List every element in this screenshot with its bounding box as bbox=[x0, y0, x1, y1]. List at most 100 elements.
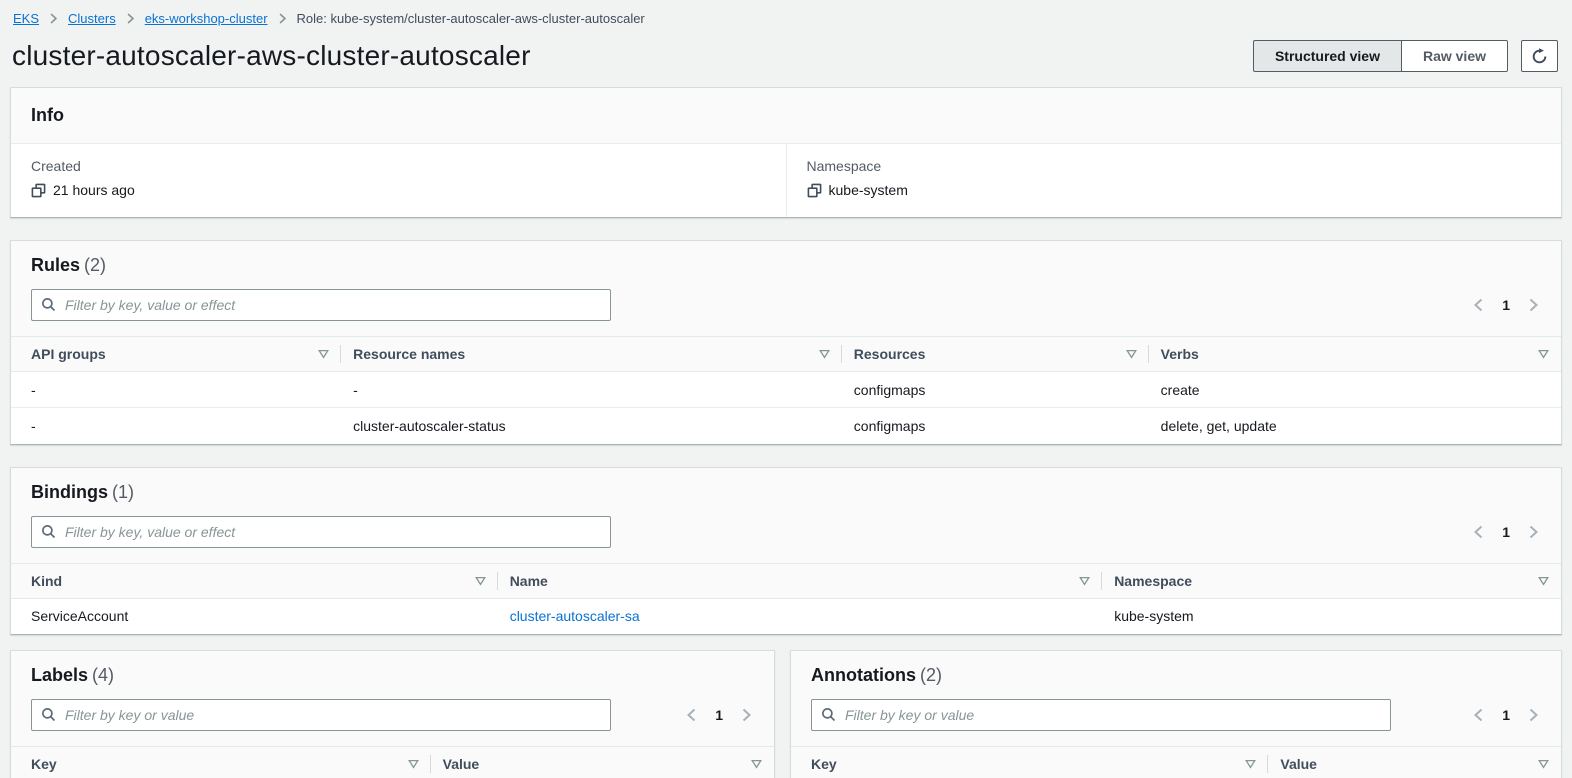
column-header-verbs[interactable]: Verbs bbox=[1149, 337, 1561, 372]
info-namespace-field: Namespace kube-system bbox=[786, 144, 1562, 217]
column-label: Namespace bbox=[1114, 573, 1192, 589]
column-header-value[interactable]: Value bbox=[1268, 747, 1561, 778]
labels-count: (4) bbox=[92, 665, 114, 685]
info-card-title: Info bbox=[11, 88, 1561, 144]
cell-name: cluster-autoscaler-sa bbox=[498, 598, 1103, 634]
cell-resource-names: cluster-autoscaler-status bbox=[341, 408, 842, 444]
service-account-link[interactable]: cluster-autoscaler-sa bbox=[510, 608, 640, 624]
sort-icon bbox=[1126, 346, 1137, 362]
column-header-resources[interactable]: Resources bbox=[842, 337, 1149, 372]
column-label: Verbs bbox=[1161, 346, 1199, 362]
breadcrumb: EKS Clusters eks-workshop-cluster Role: … bbox=[0, 0, 1572, 26]
cell-verbs: delete, get, update bbox=[1149, 408, 1561, 444]
sort-icon bbox=[408, 756, 419, 772]
namespace-label: Namespace bbox=[807, 158, 1542, 174]
chevron-right-icon bbox=[276, 12, 289, 25]
next-page-icon[interactable] bbox=[1525, 524, 1541, 540]
next-page-icon[interactable] bbox=[1525, 707, 1541, 723]
next-page-icon[interactable] bbox=[738, 707, 754, 723]
cell-api-groups: - bbox=[11, 408, 341, 444]
view-toggle: Structured view Raw view bbox=[1253, 40, 1508, 72]
info-card: Info Created 21 hours ago Namespace kube… bbox=[10, 87, 1562, 218]
cell-resources: configmaps bbox=[842, 372, 1149, 408]
refresh-button[interactable] bbox=[1521, 40, 1558, 72]
bindings-table: Kind Name Namespace ServiceAccount clust… bbox=[11, 563, 1561, 635]
column-label: Value bbox=[1280, 756, 1317, 772]
created-label: Created bbox=[31, 158, 766, 174]
annotations-pagination: 1 bbox=[1471, 707, 1541, 723]
annotations-card-title: Annotations(2) bbox=[811, 665, 1541, 686]
breadcrumb-current: Role: kube-system/cluster-autoscaler-aws… bbox=[297, 11, 645, 26]
raw-view-button[interactable]: Raw view bbox=[1402, 40, 1508, 72]
labels-filter-input[interactable] bbox=[31, 699, 611, 731]
column-label: Value bbox=[443, 756, 480, 772]
cell-kind: ServiceAccount bbox=[11, 598, 498, 634]
rules-table: API groups Resource names Resources Verb… bbox=[11, 336, 1561, 444]
page-number[interactable]: 1 bbox=[715, 707, 723, 723]
column-header-name[interactable]: Name bbox=[498, 563, 1103, 598]
column-label: API groups bbox=[31, 346, 106, 362]
rules-title-text: Rules bbox=[31, 255, 80, 275]
column-header-value[interactable]: Value bbox=[431, 747, 774, 778]
annotations-table: Key Value bbox=[791, 746, 1561, 778]
annotations-count: (2) bbox=[920, 665, 942, 685]
cell-namespace: kube-system bbox=[1102, 598, 1561, 634]
bindings-count: (1) bbox=[112, 482, 134, 502]
breadcrumb-link-clusters[interactable]: Clusters bbox=[68, 11, 116, 26]
namespace-value: kube-system bbox=[829, 182, 908, 198]
rules-card-title: Rules(2) bbox=[31, 255, 1541, 276]
column-header-kind[interactable]: Kind bbox=[11, 563, 498, 598]
annotations-title-text: Annotations bbox=[811, 665, 916, 685]
created-value: 21 hours ago bbox=[53, 182, 135, 198]
labels-pagination: 1 bbox=[684, 707, 754, 723]
page-number[interactable]: 1 bbox=[1502, 524, 1510, 540]
column-header-namespace[interactable]: Namespace bbox=[1102, 563, 1561, 598]
column-header-key[interactable]: Key bbox=[791, 747, 1268, 778]
column-label: Key bbox=[811, 756, 837, 772]
structured-view-button[interactable]: Structured view bbox=[1253, 40, 1402, 72]
breadcrumb-link-eks[interactable]: EKS bbox=[13, 11, 39, 26]
table-row: - - configmaps create bbox=[11, 372, 1561, 408]
column-label: Key bbox=[31, 756, 57, 772]
previous-page-icon[interactable] bbox=[684, 707, 700, 723]
page-number[interactable]: 1 bbox=[1502, 297, 1510, 313]
sort-icon bbox=[1538, 346, 1549, 362]
sort-icon bbox=[751, 756, 762, 772]
chevron-right-icon bbox=[124, 12, 137, 25]
column-header-api-groups[interactable]: API groups bbox=[11, 337, 341, 372]
sort-icon bbox=[1538, 573, 1549, 589]
breadcrumb-link-cluster-name[interactable]: eks-workshop-cluster bbox=[145, 11, 268, 26]
cell-api-groups: - bbox=[11, 372, 341, 408]
labels-title-text: Labels bbox=[31, 665, 88, 685]
cell-resource-names: - bbox=[341, 372, 842, 408]
rules-filter-input[interactable] bbox=[31, 289, 611, 321]
annotations-filter-input[interactable] bbox=[811, 699, 1391, 731]
rules-count: (2) bbox=[84, 255, 106, 275]
copy-icon[interactable] bbox=[807, 183, 822, 198]
copy-icon[interactable] bbox=[31, 183, 46, 198]
chevron-right-icon bbox=[47, 12, 60, 25]
bindings-card: Bindings(1) 1 bbox=[10, 467, 1562, 636]
sort-icon bbox=[318, 346, 329, 362]
column-header-resource-names[interactable]: Resource names bbox=[341, 337, 842, 372]
refresh-icon bbox=[1531, 48, 1548, 65]
labels-card-title: Labels(4) bbox=[31, 665, 754, 686]
labels-table: Key Value bbox=[11, 746, 774, 778]
column-label: Resource names bbox=[353, 346, 465, 362]
info-card-body: Created 21 hours ago Namespace kube-syst… bbox=[11, 144, 1561, 217]
sort-icon bbox=[819, 346, 830, 362]
page-title: cluster-autoscaler-aws-cluster-autoscale… bbox=[12, 40, 531, 72]
cell-resources: configmaps bbox=[842, 408, 1149, 444]
page-number[interactable]: 1 bbox=[1502, 707, 1510, 723]
header-actions: Structured view Raw view bbox=[1253, 40, 1558, 72]
previous-page-icon[interactable] bbox=[1471, 524, 1487, 540]
previous-page-icon[interactable] bbox=[1471, 297, 1487, 313]
sort-icon bbox=[1538, 756, 1549, 772]
bindings-filter-input[interactable] bbox=[31, 516, 611, 548]
next-page-icon[interactable] bbox=[1525, 297, 1541, 313]
previous-page-icon[interactable] bbox=[1471, 707, 1487, 723]
cell-verbs: create bbox=[1149, 372, 1561, 408]
column-label: Kind bbox=[31, 573, 62, 589]
bindings-card-title: Bindings(1) bbox=[31, 482, 1541, 503]
column-header-key[interactable]: Key bbox=[11, 747, 431, 778]
